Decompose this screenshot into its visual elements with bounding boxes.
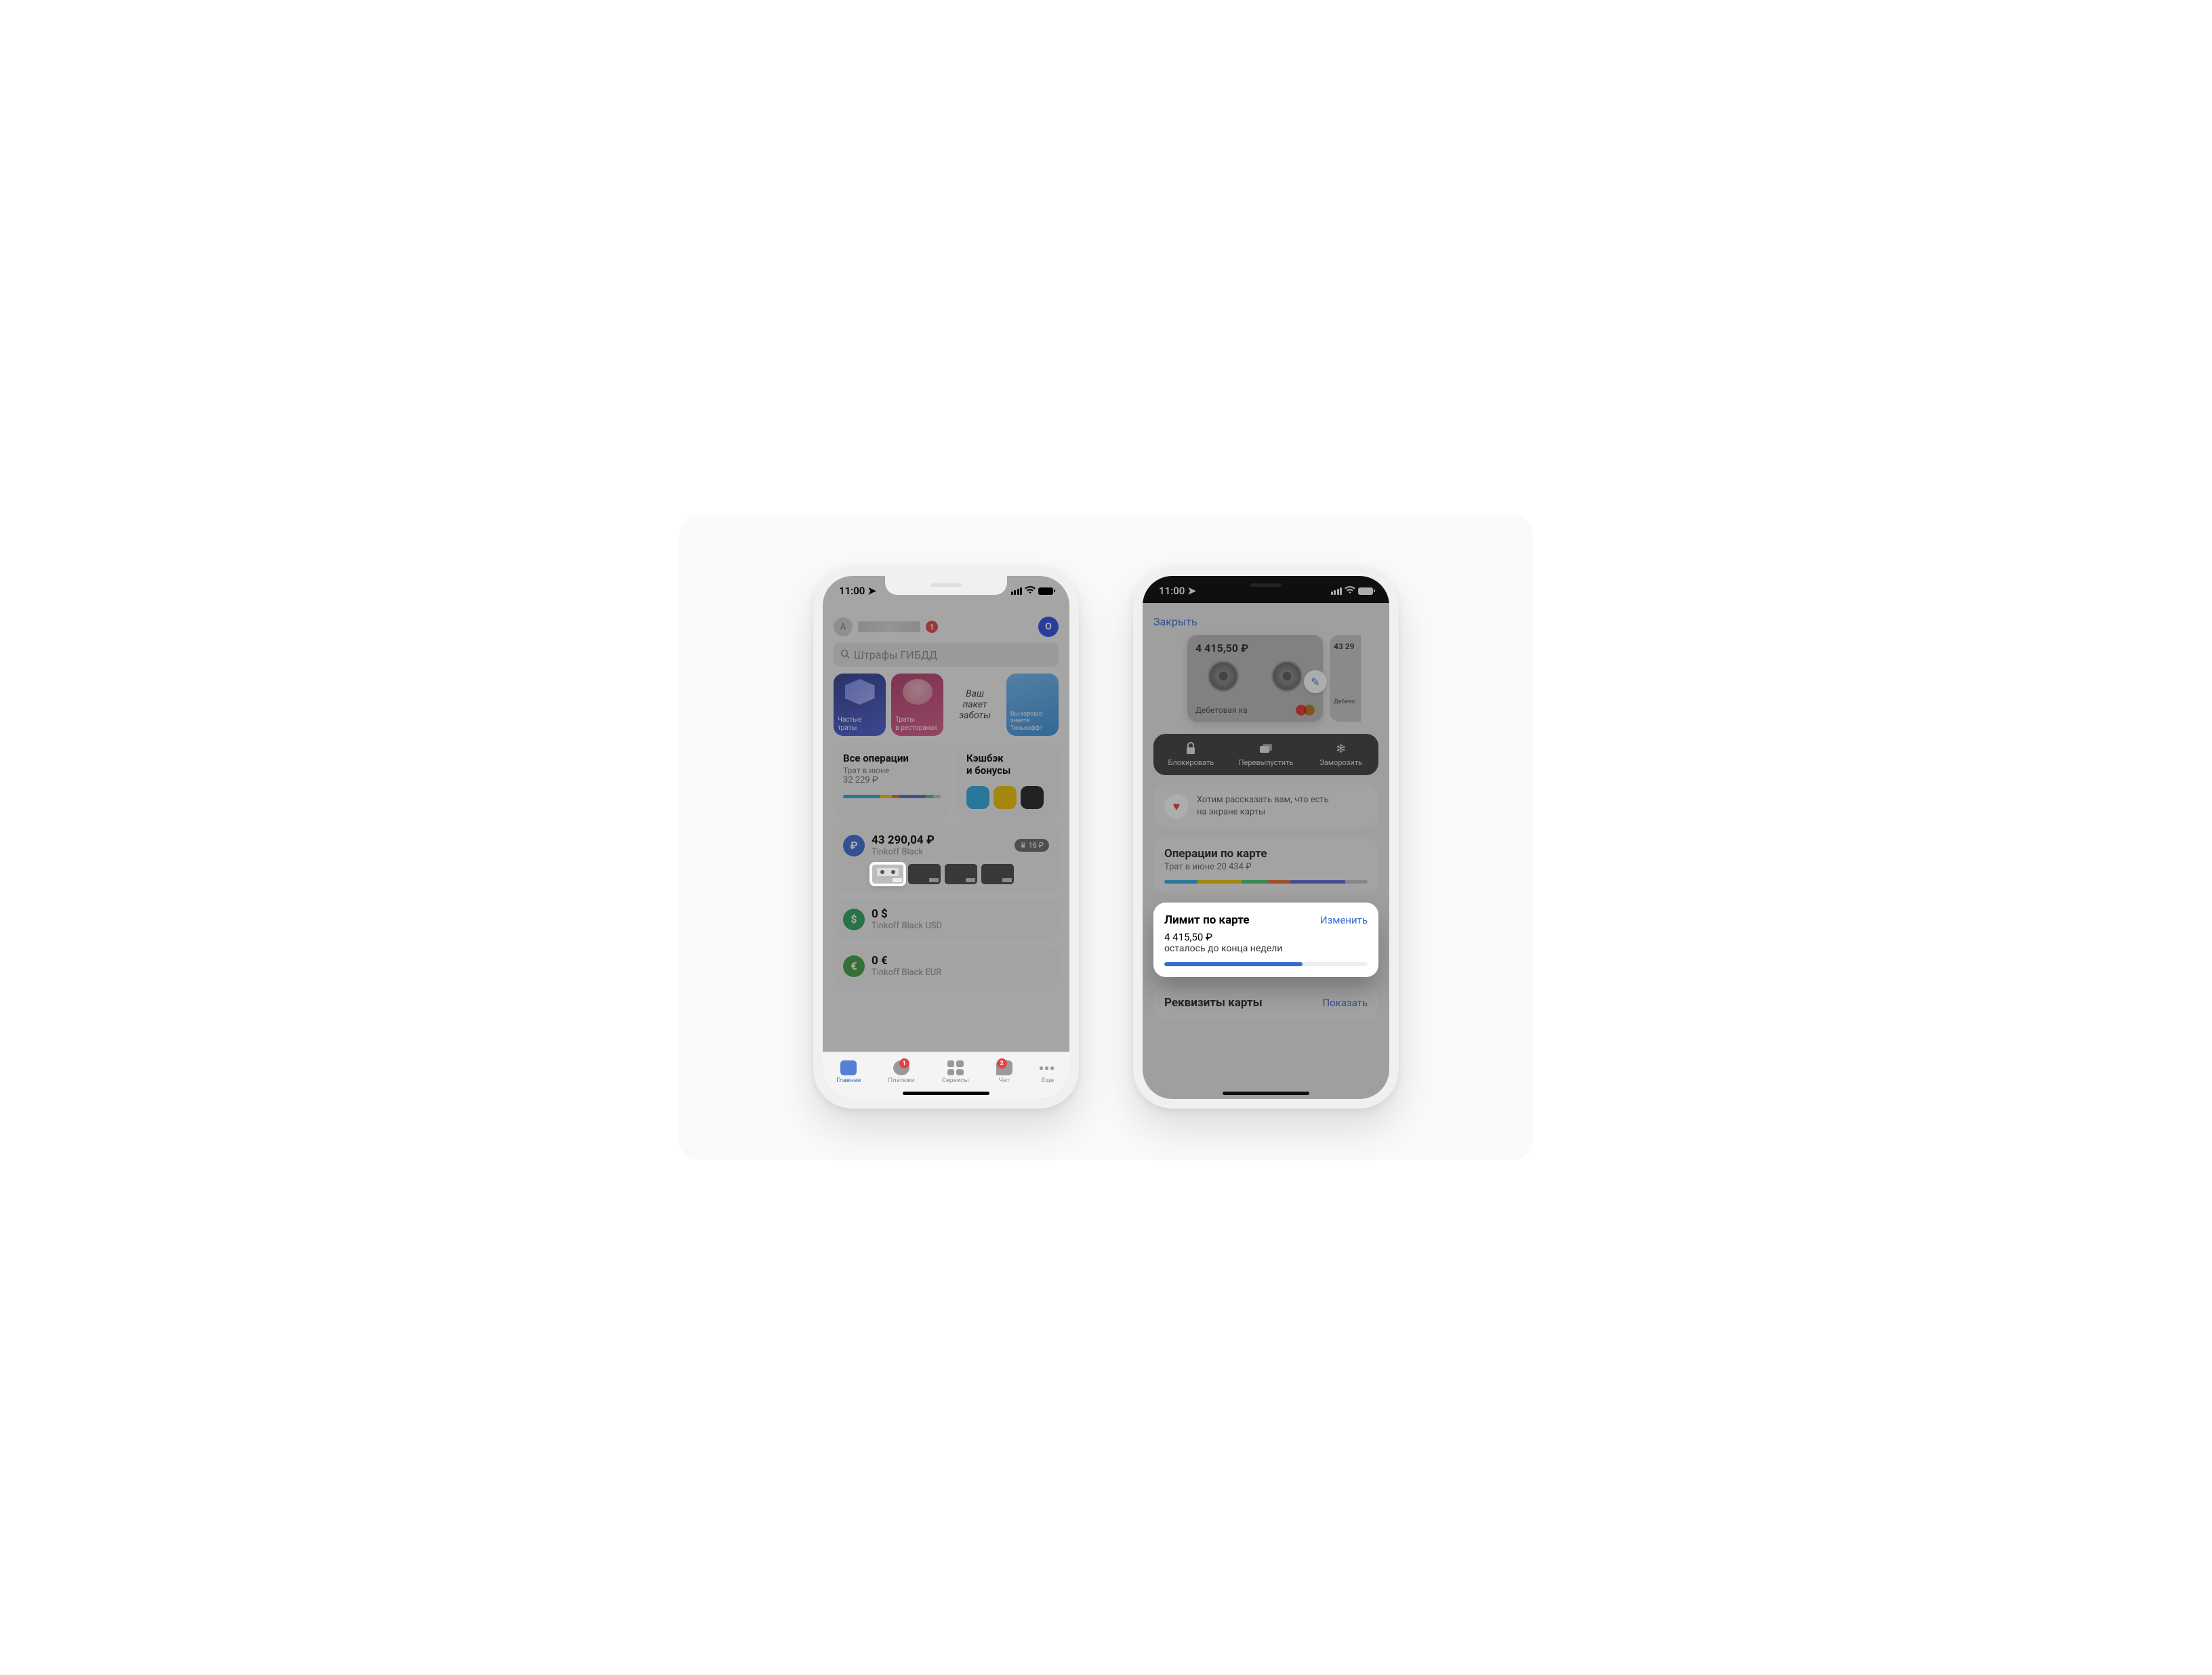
dollar-icon: $ [843, 909, 865, 930]
username-blurred [858, 621, 920, 632]
notch [885, 576, 1007, 595]
account-rub[interactable]: ₽ 43 290,04 ₽ Tinkoff Black ♛16 ₽ [834, 825, 1059, 892]
cashback-categories [966, 786, 1049, 809]
card-operations[interactable]: Операции по карте Трат в июне 20 434 ₽ [1153, 838, 1378, 893]
card-limit: Лимит по карте Изменить 4 415,50 ₽ остал… [1153, 903, 1378, 977]
location-icon: ➤ [1187, 585, 1196, 597]
story-care-package[interactable]: Ваш пакет заботы [949, 674, 1001, 736]
ops-amount: 32 229 ₽ [843, 775, 941, 785]
limit-title: Лимит по карте [1164, 913, 1250, 927]
story-quiz[interactable]: Вы хорошо знаете Тинькофф? [1006, 674, 1059, 736]
all-operations-card[interactable]: Все операции Трат в июне 32 229 ₽ [834, 744, 950, 817]
home-indicator[interactable] [903, 1092, 989, 1095]
tab-services[interactable]: Сервисы [942, 1060, 969, 1084]
debit-card[interactable]: 4 415,50 ₽ Дебетовая ка ✎ [1187, 635, 1323, 722]
story-frequent-spending[interactable]: Частые траты [834, 674, 886, 736]
customize-card-button[interactable]: ✎ [1304, 670, 1327, 693]
card-type-label: Дебетовая ка [1195, 705, 1248, 715]
tab-chat[interactable]: 2Чат [996, 1060, 1012, 1084]
brush-icon: ✎ [1311, 676, 1319, 688]
account-eur[interactable]: € 0 € Tinkoff Black EUR [834, 946, 1059, 986]
limit-remaining: осталось до конца недели [1164, 943, 1368, 954]
lock-icon [1183, 742, 1198, 756]
heart-icon: ♥ [1164, 794, 1189, 819]
story-restaurants[interactable]: Траты в ресторанах [891, 674, 943, 736]
location-icon: ➤ [867, 585, 876, 597]
reissue-card-button[interactable]: Перевыпустить [1229, 734, 1304, 775]
snowflake-icon: ❄ [1334, 742, 1349, 756]
phone-left: 11:00 ➤ A 1 O Штрафы ГИБД [813, 566, 1079, 1109]
cashback-title: Кэшбэк и бонусы [966, 752, 1049, 777]
account-usd[interactable]: $ 0 $ Tinkoff Black USD [834, 899, 1059, 939]
freeze-card-button[interactable]: ❄ Заморозить [1303, 734, 1378, 775]
block-card-button[interactable]: Блокировать [1153, 734, 1229, 775]
cards-icon [1258, 742, 1273, 756]
tab-home[interactable]: Главная [836, 1060, 861, 1084]
show-requisites-button[interactable]: Показать [1322, 997, 1368, 1009]
phone-right: 11:00 ➤ Закрыть 4 415,50 ₽ Де [1133, 566, 1399, 1109]
mini-card[interactable] [981, 864, 1014, 884]
change-limit-button[interactable]: Изменить [1320, 914, 1368, 926]
mini-cards-row [872, 864, 1049, 884]
signal-icon [1011, 587, 1023, 595]
tab-more[interactable]: Еще [1040, 1060, 1056, 1084]
status-time: 11:00 [1159, 585, 1185, 597]
limit-amount: 4 415,50 ₽ [1164, 931, 1368, 943]
battery-icon [1038, 587, 1053, 595]
tab-payments[interactable]: 1Платежи [888, 1060, 914, 1084]
notification-badge[interactable]: 1 [926, 621, 938, 633]
wifi-icon [1025, 585, 1036, 597]
brand-badge[interactable]: O [1038, 617, 1059, 637]
account-balance: 43 290,04 ₽ [872, 833, 935, 847]
mastercard-icon [1296, 704, 1315, 716]
ops-title: Все операции [843, 752, 941, 764]
wifi-icon [1345, 585, 1355, 597]
search-placeholder: Штрафы ГИБДД [854, 648, 937, 661]
euro-icon: € [843, 955, 865, 977]
cassette-reels-icon [1208, 661, 1303, 692]
account-name: Tinkoff Black [872, 847, 935, 857]
mini-card[interactable] [908, 864, 941, 884]
battery-icon [1358, 587, 1373, 595]
card-balance: 4 415,50 ₽ [1195, 642, 1315, 655]
ops-sub: Трат в июне [843, 766, 941, 775]
close-button[interactable]: Закрыть [1153, 615, 1197, 628]
crown-badge: ♛16 ₽ [1015, 839, 1049, 852]
crown-icon: ♛ [1020, 841, 1027, 850]
next-card-peek[interactable]: 43 29 Дебето [1330, 635, 1361, 722]
status-time: 11:00 [839, 585, 865, 597]
notch [1205, 576, 1327, 595]
card-requisites[interactable]: Реквизиты карты Показать [1153, 987, 1378, 1019]
card-actions: Блокировать Перевыпустить ❄ Заморозить [1153, 734, 1378, 775]
info-banner[interactable]: ♥ Хотим рассказать вам, что есть на экра… [1153, 785, 1378, 828]
spend-bar [843, 795, 941, 798]
home-indicator[interactable] [1223, 1092, 1309, 1095]
ruble-icon: ₽ [843, 835, 865, 856]
mini-card-selected[interactable] [872, 864, 904, 884]
avatar[interactable]: A [834, 617, 853, 636]
ops-bar [1164, 880, 1368, 884]
limit-progress [1164, 962, 1368, 966]
signal-icon [1331, 587, 1343, 595]
header: A 1 O [823, 606, 1069, 642]
mini-card[interactable] [945, 864, 977, 884]
search-input[interactable]: Штрафы ГИБДД [834, 642, 1059, 667]
search-icon [840, 648, 850, 661]
cashback-card[interactable]: Кэшбэк и бонусы [957, 744, 1059, 817]
